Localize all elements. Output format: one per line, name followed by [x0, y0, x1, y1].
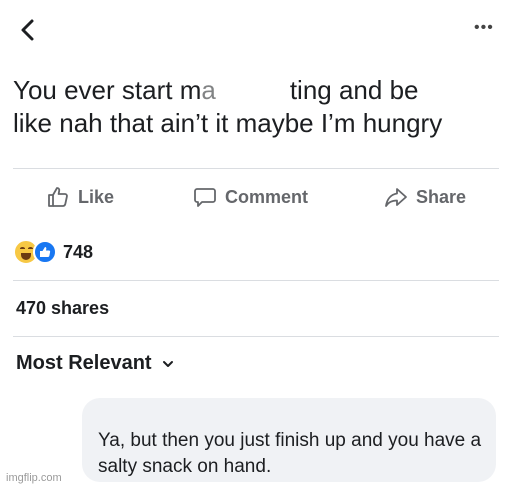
share-button[interactable]: Share — [384, 178, 466, 216]
reaction-summary[interactable]: 748 — [13, 238, 93, 266]
divider — [13, 336, 499, 337]
post-text: You ever start ma ting and be like nah th… — [13, 74, 499, 140]
watermark: imgflip.com — [6, 472, 62, 484]
comment-sort-dropdown[interactable]: Most Relevant — [16, 352, 174, 375]
redacted-commenter-name — [82, 404, 272, 424]
chevron-down-icon — [162, 352, 174, 375]
divider — [13, 168, 499, 169]
ellipsis-icon[interactable]: ••• — [474, 20, 494, 36]
comment-text: Ya, but then you just finish up and you … — [98, 430, 482, 477]
post-text-fragment-partial: a — [201, 75, 216, 105]
chevron-left-icon[interactable] — [18, 18, 38, 42]
post-text-fragment-left: You ever start m — [13, 75, 202, 105]
comment-bubble[interactable]: Ya, but then you just finish up and you … — [82, 398, 496, 482]
post-actions: Like Comment Share — [13, 178, 499, 216]
post-text-fragment-right: ting and be — [289, 75, 419, 105]
like-label: Like — [78, 186, 115, 207]
post-text-line-2: like nah that ain’t it maybe I’m hungry — [13, 108, 443, 138]
sort-label: Most Relevant — [16, 352, 152, 374]
comment-button[interactable]: Comment — [193, 178, 308, 216]
divider — [13, 280, 499, 281]
share-label: Share — [416, 186, 467, 207]
speech-bubble-icon — [193, 185, 217, 209]
post-text-line-1: You ever start ma ting and be — [13, 74, 499, 107]
comment-label: Comment — [225, 186, 309, 207]
share-arrow-icon — [384, 185, 408, 209]
like-button[interactable]: Like — [46, 178, 114, 216]
like-reaction-icon — [33, 240, 57, 264]
top-bar: ••• — [0, 0, 512, 56]
share-count[interactable]: 470 shares — [16, 298, 109, 319]
reaction-count: 748 — [63, 241, 94, 262]
thumbs-up-icon — [46, 185, 70, 209]
